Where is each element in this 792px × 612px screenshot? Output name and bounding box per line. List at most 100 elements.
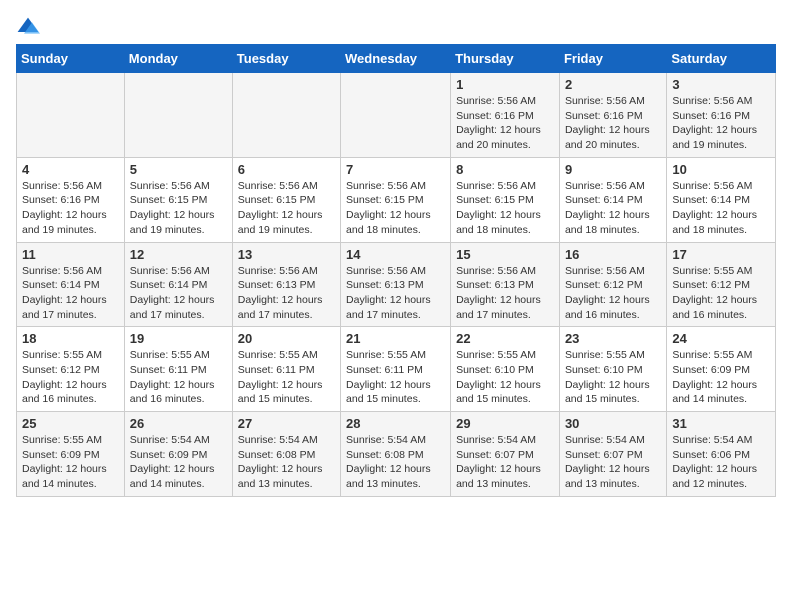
day-number: 23 [565,331,661,346]
day-detail: Sunrise: 5:55 AM Sunset: 6:09 PM Dayligh… [672,348,770,407]
calendar-cell: 26 Sunrise: 5:54 AM Sunset: 6:09 PM Dayli… [124,412,232,497]
calendar-cell [17,73,125,158]
day-number: 2 [565,77,661,92]
day-detail: Sunrise: 5:54 AM Sunset: 6:06 PM Dayligh… [672,433,770,492]
page-header [16,16,776,36]
calendar-cell: 10 Sunrise: 5:56 AM Sunset: 6:14 PM Dayli… [667,157,776,242]
day-detail: Sunrise: 5:54 AM Sunset: 6:08 PM Dayligh… [346,433,445,492]
day-number: 21 [346,331,445,346]
day-detail: Sunrise: 5:56 AM Sunset: 6:15 PM Dayligh… [456,179,554,238]
calendar-cell: 4 Sunrise: 5:56 AM Sunset: 6:16 PM Daylig… [17,157,125,242]
calendar-cell: 29 Sunrise: 5:54 AM Sunset: 6:07 PM Dayli… [451,412,560,497]
calendar-cell: 18Sunrise: 5:55 AM Sunset: 6:12 PM Dayli… [17,327,125,412]
day-number: 15 [456,247,554,262]
day-number: 12 [130,247,227,262]
day-number: 24 [672,331,770,346]
day-detail: Sunrise: 5:56 AM Sunset: 6:15 PM Dayligh… [346,179,445,238]
day-detail: Sunrise: 5:56 AM Sunset: 6:15 PM Dayligh… [130,179,227,238]
day-number: 8 [456,162,554,177]
day-detail: Sunrise: 5:55 AM Sunset: 6:10 PM Dayligh… [565,348,661,407]
calendar-week-row: 1Sunrise: 5:56 AM Sunset: 6:16 PM Daylig… [17,73,776,158]
day-number: 6 [238,162,335,177]
day-detail: Sunrise: 5:54 AM Sunset: 6:07 PM Dayligh… [565,433,661,492]
day-detail: Sunrise: 5:55 AM Sunset: 6:11 PM Dayligh… [130,348,227,407]
day-detail: Sunrise: 5:56 AM Sunset: 6:12 PM Dayligh… [565,264,661,323]
day-number: 10 [672,162,770,177]
column-header-monday: Monday [124,45,232,73]
logo-icon [16,16,40,36]
calendar-cell: 23 Sunrise: 5:55 AM Sunset: 6:10 PM Dayli… [559,327,666,412]
day-detail: Sunrise: 5:56 AM Sunset: 6:13 PM Dayligh… [346,264,445,323]
calendar-cell: 13 Sunrise: 5:56 AM Sunset: 6:13 PM Dayli… [232,242,340,327]
calendar-week-row: 25 Sunrise: 5:55 AM Sunset: 6:09 PM Dayli… [17,412,776,497]
calendar-cell: 31 Sunrise: 5:54 AM Sunset: 6:06 PM Dayli… [667,412,776,497]
day-detail: Sunrise: 5:55 AM Sunset: 6:12 PM Dayligh… [672,264,770,323]
calendar-cell: 25 Sunrise: 5:55 AM Sunset: 6:09 PM Dayli… [17,412,125,497]
calendar-cell: 5 Sunrise: 5:56 AM Sunset: 6:15 PM Daylig… [124,157,232,242]
day-detail: Sunrise: 5:54 AM Sunset: 6:08 PM Dayligh… [238,433,335,492]
day-number: 5 [130,162,227,177]
day-detail: Sunrise: 5:54 AM Sunset: 6:09 PM Dayligh… [130,433,227,492]
column-header-tuesday: Tuesday [232,45,340,73]
calendar-cell: 2 Sunrise: 5:56 AM Sunset: 6:16 PM Daylig… [559,73,666,158]
day-detail: Sunrise: 5:56 AM Sunset: 6:16 PM Dayligh… [22,179,119,238]
calendar-cell: 21Sunrise: 5:55 AM Sunset: 6:11 PM Dayli… [341,327,451,412]
day-detail: Sunrise: 5:56 AM Sunset: 6:15 PM Dayligh… [238,179,335,238]
day-number: 11 [22,247,119,262]
day-number: 19 [130,331,227,346]
day-detail: Sunrise: 5:55 AM Sunset: 6:10 PM Dayligh… [456,348,554,407]
day-number: 22 [456,331,554,346]
day-detail: Sunrise: 5:56 AM Sunset: 6:13 PM Dayligh… [238,264,335,323]
day-detail: Sunrise: 5:56 AM Sunset: 6:14 PM Dayligh… [565,179,661,238]
calendar-cell: 7 Sunrise: 5:56 AM Sunset: 6:15 PM Daylig… [341,157,451,242]
calendar-cell: 30Sunrise: 5:54 AM Sunset: 6:07 PM Dayli… [559,412,666,497]
day-number: 25 [22,416,119,431]
day-detail: Sunrise: 5:56 AM Sunset: 6:14 PM Dayligh… [672,179,770,238]
calendar-cell: 16Sunrise: 5:56 AM Sunset: 6:12 PM Dayli… [559,242,666,327]
day-number: 3 [672,77,770,92]
calendar-cell: 11Sunrise: 5:56 AM Sunset: 6:14 PM Dayli… [17,242,125,327]
day-number: 13 [238,247,335,262]
calendar-cell: 22 Sunrise: 5:55 AM Sunset: 6:10 PM Dayli… [451,327,560,412]
calendar-cell: 12 Sunrise: 5:56 AM Sunset: 6:14 PM Dayli… [124,242,232,327]
column-header-saturday: Saturday [667,45,776,73]
day-detail: Sunrise: 5:54 AM Sunset: 6:07 PM Dayligh… [456,433,554,492]
calendar-cell: 17 Sunrise: 5:55 AM Sunset: 6:12 PM Dayli… [667,242,776,327]
calendar-cell: 14 Sunrise: 5:56 AM Sunset: 6:13 PM Dayli… [341,242,451,327]
day-number: 4 [22,162,119,177]
day-detail: Sunrise: 5:56 AM Sunset: 6:14 PM Dayligh… [130,264,227,323]
column-header-thursday: Thursday [451,45,560,73]
day-detail: Sunrise: 5:55 AM Sunset: 6:09 PM Dayligh… [22,433,119,492]
day-number: 27 [238,416,335,431]
column-header-sunday: Sunday [17,45,125,73]
day-number: 18 [22,331,119,346]
calendar-cell: 19 Sunrise: 5:55 AM Sunset: 6:11 PM Dayli… [124,327,232,412]
calendar-cell: 15 Sunrise: 5:56 AM Sunset: 6:13 PM Dayli… [451,242,560,327]
day-number: 26 [130,416,227,431]
calendar-cell: 9Sunrise: 5:56 AM Sunset: 6:14 PM Daylig… [559,157,666,242]
day-number: 7 [346,162,445,177]
day-detail: Sunrise: 5:56 AM Sunset: 6:16 PM Dayligh… [565,94,661,153]
day-detail: Sunrise: 5:55 AM Sunset: 6:11 PM Dayligh… [238,348,335,407]
day-number: 17 [672,247,770,262]
day-number: 31 [672,416,770,431]
calendar-cell: 24 Sunrise: 5:55 AM Sunset: 6:09 PM Dayli… [667,327,776,412]
calendar-cell: 28Sunrise: 5:54 AM Sunset: 6:08 PM Dayli… [341,412,451,497]
calendar-cell: 8 Sunrise: 5:56 AM Sunset: 6:15 PM Daylig… [451,157,560,242]
calendar-header-row: SundayMondayTuesdayWednesdayThursdayFrid… [17,45,776,73]
day-number: 14 [346,247,445,262]
column-header-friday: Friday [559,45,666,73]
column-header-wednesday: Wednesday [341,45,451,73]
day-number: 29 [456,416,554,431]
calendar-cell [232,73,340,158]
calendar-cell: 1Sunrise: 5:56 AM Sunset: 6:16 PM Daylig… [451,73,560,158]
calendar-week-row: 18Sunrise: 5:55 AM Sunset: 6:12 PM Dayli… [17,327,776,412]
calendar-table: SundayMondayTuesdayWednesdayThursdayFrid… [16,44,776,497]
day-detail: Sunrise: 5:56 AM Sunset: 6:16 PM Dayligh… [672,94,770,153]
calendar-week-row: 4 Sunrise: 5:56 AM Sunset: 6:16 PM Daylig… [17,157,776,242]
calendar-cell: 20Sunrise: 5:55 AM Sunset: 6:11 PM Dayli… [232,327,340,412]
calendar-cell: 6 Sunrise: 5:56 AM Sunset: 6:15 PM Daylig… [232,157,340,242]
calendar-week-row: 11 Sunrise: 5:56 AM Sunset: 6:14 PM Dayli… [17,242,776,327]
day-detail: Sunrise: 5:56 AM Sunset: 6:13 PM Dayligh… [456,264,554,323]
logo [16,16,44,36]
